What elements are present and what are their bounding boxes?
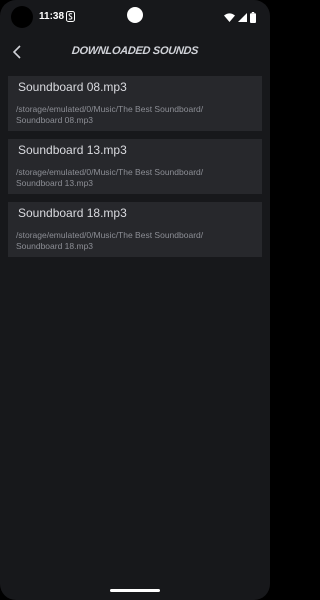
- list-item[interactable]: Soundboard 08.mp3 /storage/emulated/0/Mu…: [8, 76, 262, 131]
- file-name: Soundboard 08.mp3: [18, 80, 127, 94]
- battery-icon: [250, 11, 256, 23]
- gesture-nav-handle[interactable]: [110, 589, 160, 592]
- page-title: DOWNLOADED SOUNDS: [71, 45, 199, 57]
- downloaded-sounds-list: Soundboard 08.mp3 /storage/emulated/0/Mu…: [8, 76, 262, 265]
- status-time: 11:38: [39, 11, 65, 22]
- notification-s-icon: [66, 11, 75, 22]
- front-camera: [127, 7, 143, 23]
- list-item[interactable]: Soundboard 13.mp3 /storage/emulated/0/Mu…: [8, 139, 262, 194]
- wifi-icon: [224, 12, 235, 22]
- camera-cutout: [11, 6, 33, 28]
- file-path: /storage/emulated/0/Music/The Best Sound…: [16, 167, 204, 188]
- app-screen: 11:38 DOWNLOADED SOUNDS Soundboard 08.mp…: [0, 0, 270, 600]
- file-path: /storage/emulated/0/Music/The Best Sound…: [16, 230, 204, 251]
- status-bar: 11:38: [0, 0, 270, 34]
- toolbar: DOWNLOADED SOUNDS: [0, 38, 270, 66]
- system-icons: [224, 11, 256, 23]
- cell-signal-icon: [238, 12, 247, 22]
- list-item[interactable]: Soundboard 18.mp3 /storage/emulated/0/Mu…: [8, 202, 262, 257]
- file-name: Soundboard 13.mp3: [18, 143, 127, 157]
- file-path: /storage/emulated/0/Music/The Best Sound…: [16, 104, 204, 125]
- file-name: Soundboard 18.mp3: [18, 206, 127, 220]
